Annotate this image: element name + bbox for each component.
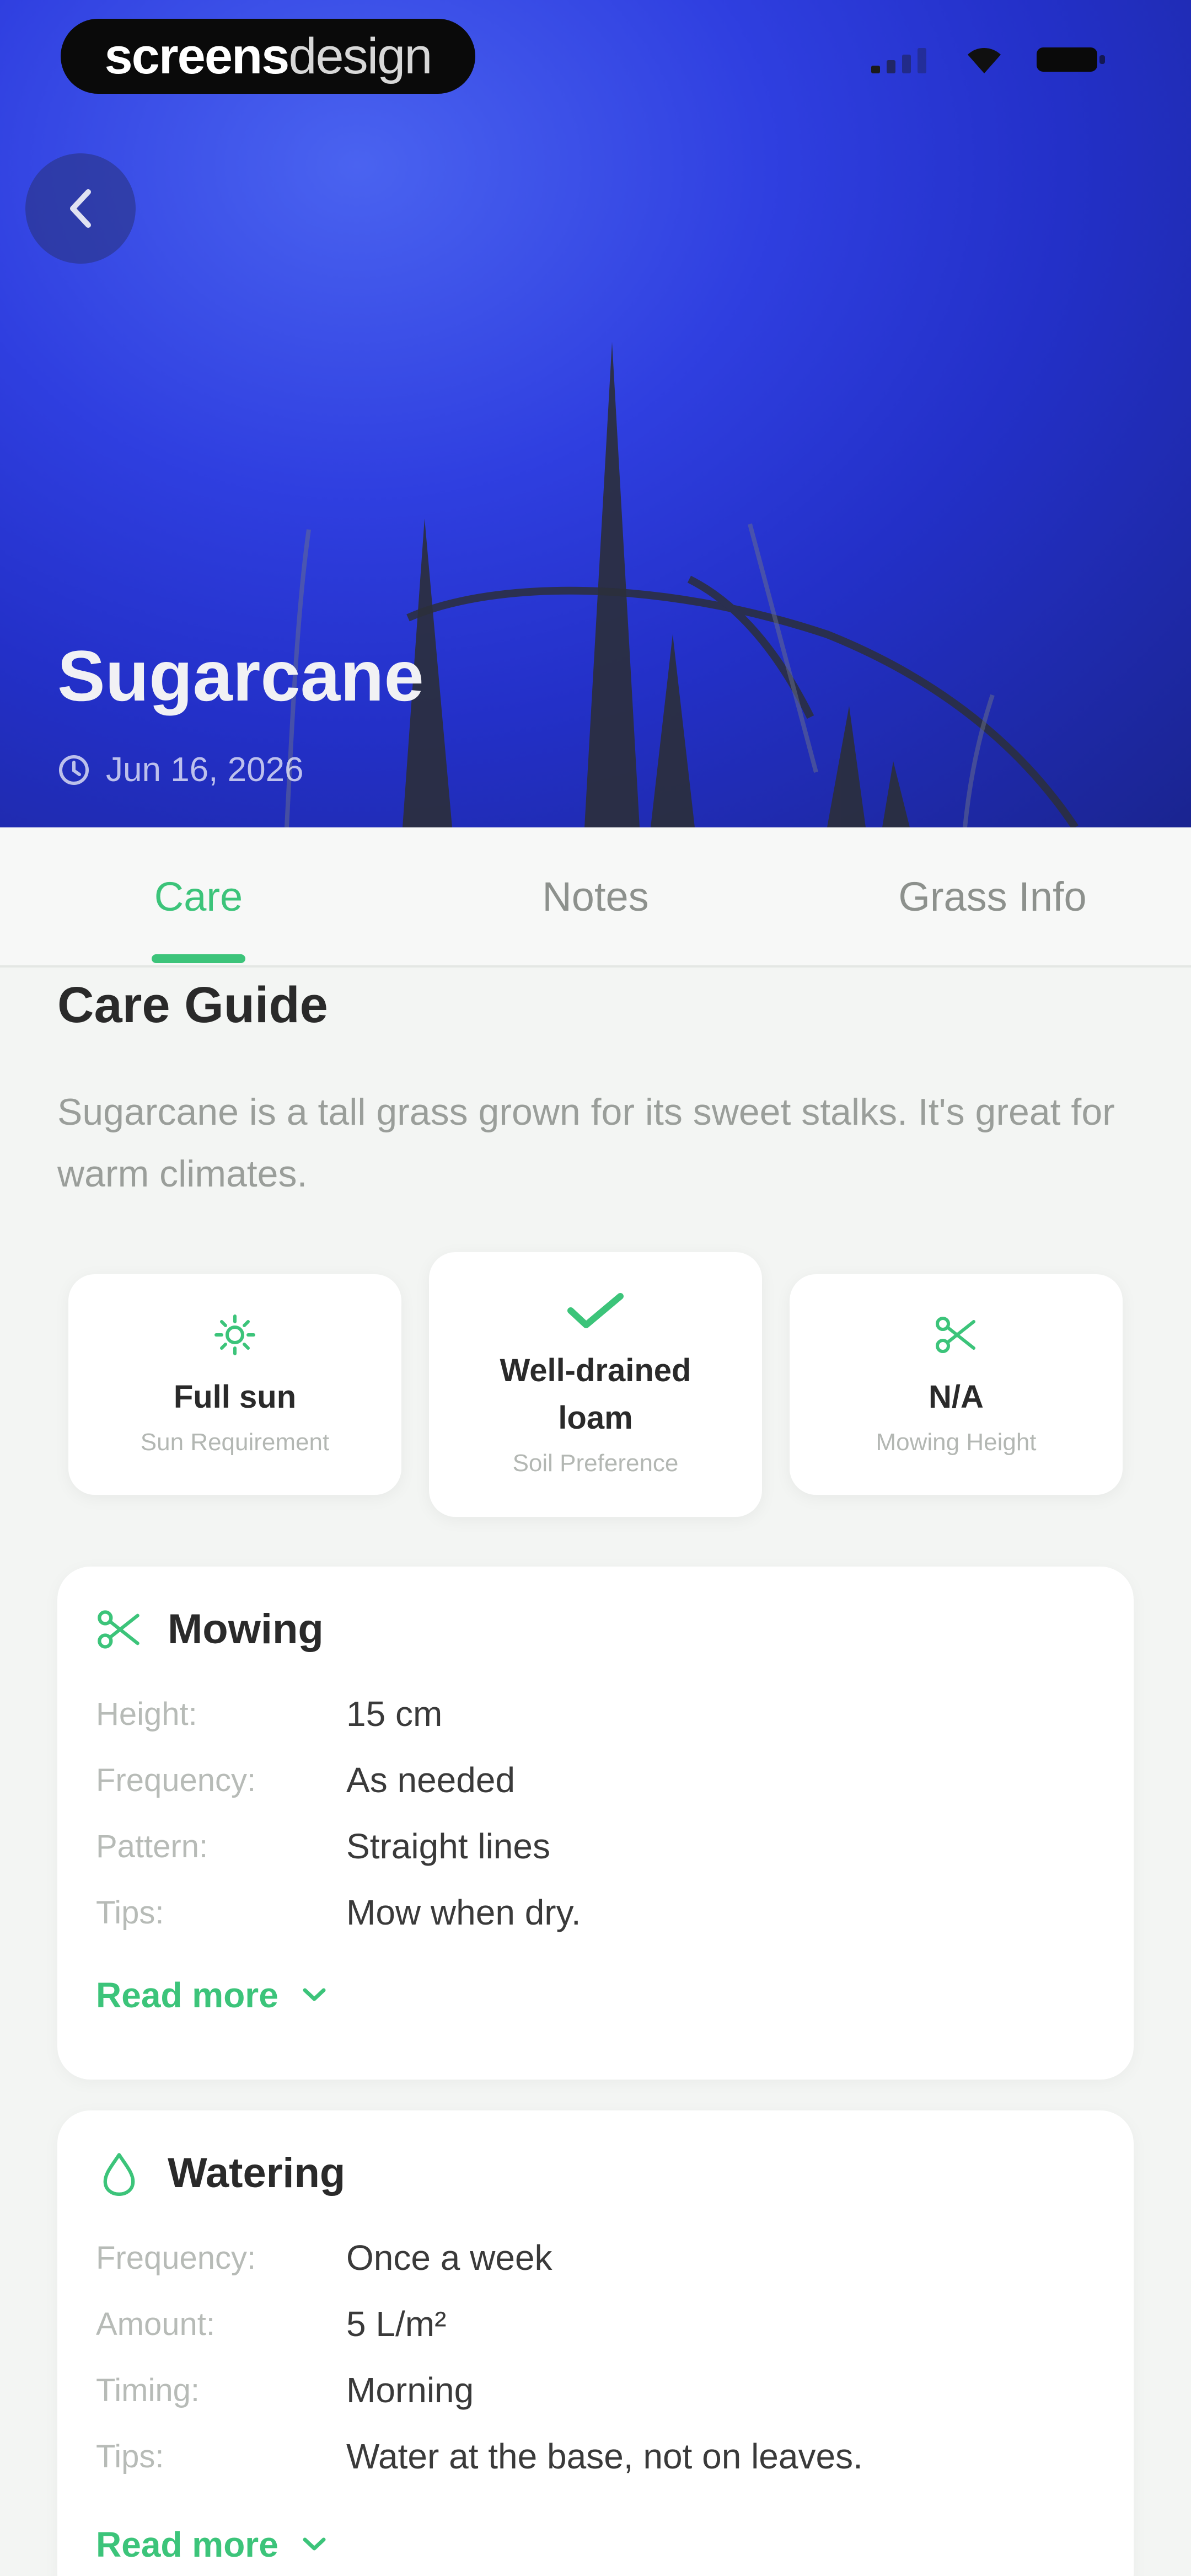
mowing-height-value: N/A <box>929 1379 984 1415</box>
row-value: Water at the base, not on leaves. <box>346 2436 863 2476</box>
watering-row-amount: Amount: 5 L/m² <box>96 2304 446 2344</box>
mowing-height-label: Mowing Height <box>876 1429 1037 1456</box>
mowing-row-frequency: Frequency: As needed <box>96 1760 515 1800</box>
status-bar-icons <box>871 44 1108 75</box>
watering-header: Watering <box>96 2149 345 2197</box>
water-drop-icon <box>103 2152 135 2196</box>
row-value: 15 cm <box>346 1694 443 1734</box>
scissors-icon <box>98 1610 140 1649</box>
chevron-down-icon <box>303 1988 326 2001</box>
signal-icon <box>871 48 926 73</box>
row-key: Height: <box>96 1696 197 1732</box>
care-guide-description: Sugarcane is a tall grass grown for its … <box>57 1091 1115 1195</box>
row-value: Morning <box>346 2370 474 2410</box>
sun-requirement-label: Sun Requirement <box>140 1429 330 1456</box>
stat-card-soil: Well-drained loam Soil Preference <box>429 1252 762 1517</box>
row-key: Tips: <box>96 1894 164 1931</box>
mowing-row-height: Height: 15 cm <box>96 1693 442 1734</box>
row-key: Frequency: <box>96 2240 256 2276</box>
mowing-row-tips: Tips: Mow when dry. <box>96 1892 581 1933</box>
watering-row-frequency: Frequency: Once a week <box>96 2237 552 2278</box>
row-value: 5 L/m² <box>346 2304 447 2344</box>
row-key: Tips: <box>96 2438 164 2475</box>
row-value: Straight lines <box>346 1826 550 1866</box>
row-value: Mow when dry. <box>346 1893 581 1932</box>
watering-read-more-link[interactable]: Read more <box>96 2524 328 2565</box>
stat-card-mowing-height: N/A Mowing Height <box>790 1274 1123 1495</box>
row-key: Timing: <box>96 2372 200 2408</box>
watering-row-tips: Tips: Water at the base, not on leaves. <box>96 2436 863 2477</box>
tab-notes[interactable]: Notes <box>485 827 706 965</box>
back-button[interactable] <box>25 153 136 264</box>
plant-title: Sugarcane <box>57 635 424 716</box>
active-tab-indicator <box>152 954 245 963</box>
brand-light-text: design <box>288 28 432 84</box>
watering-title: Watering <box>168 2150 346 2196</box>
row-key: Frequency: <box>96 1762 256 1798</box>
plant-date-text: Jun 16, 2026 <box>106 751 304 789</box>
read-more-label: Read more <box>96 1975 278 2015</box>
chevron-down-icon <box>303 2537 326 2551</box>
tab-bar: Care Notes Grass Info <box>0 827 1191 968</box>
row-value: As needed <box>346 1760 516 1800</box>
scissors-icon <box>936 1317 975 1353</box>
battery-icon <box>1037 47 1105 72</box>
sun-requirement-value: Full sun <box>173 1379 297 1415</box>
row-key: Amount: <box>96 2306 215 2342</box>
row-key: Pattern: <box>96 1828 208 1864</box>
clock-icon <box>59 755 89 785</box>
mowing-card: Mowing Height: 15 cm Frequency: As neede… <box>57 1567 1134 2080</box>
plant-date: Jun 16, 2026 <box>57 750 304 789</box>
hero-image: screens design Sugarcane Jun 16, 2026 <box>0 0 1191 827</box>
tab-grass-info[interactable]: Grass Info <box>860 827 1125 965</box>
brand-bold-text: screens <box>104 28 290 84</box>
mowing-header: Mowing <box>96 1605 324 1653</box>
row-value: Once a week <box>346 2238 552 2278</box>
check-icon <box>567 1293 624 1328</box>
soil-preference-value: Well-drained loam <box>500 1353 691 1436</box>
watering-card: Watering Frequency: Once a week Amount: … <box>57 2110 1134 2576</box>
care-guide-title: Care Guide <box>57 977 328 1033</box>
watering-row-timing: Timing: Morning <box>96 2370 474 2411</box>
chevron-left-icon <box>70 189 91 228</box>
sun-icon <box>214 1314 255 1355</box>
wifi-icon <box>968 48 1001 73</box>
soil-preference-label: Soil Preference <box>512 1450 679 1477</box>
mowing-title: Mowing <box>168 1606 324 1653</box>
stat-card-sun: Full sun Sun Requirement <box>68 1274 401 1495</box>
read-more-label: Read more <box>96 2525 278 2564</box>
mowing-read-more-link[interactable]: Read more <box>96 1975 328 2016</box>
tab-care[interactable]: Care <box>88 827 309 965</box>
brand-logo: screens design <box>61 19 475 94</box>
plant-detail-screen: screens design Sugarcane Jun 16, 2026 Ca… <box>0 0 1191 2576</box>
mowing-row-pattern: Pattern: Straight lines <box>96 1826 550 1867</box>
